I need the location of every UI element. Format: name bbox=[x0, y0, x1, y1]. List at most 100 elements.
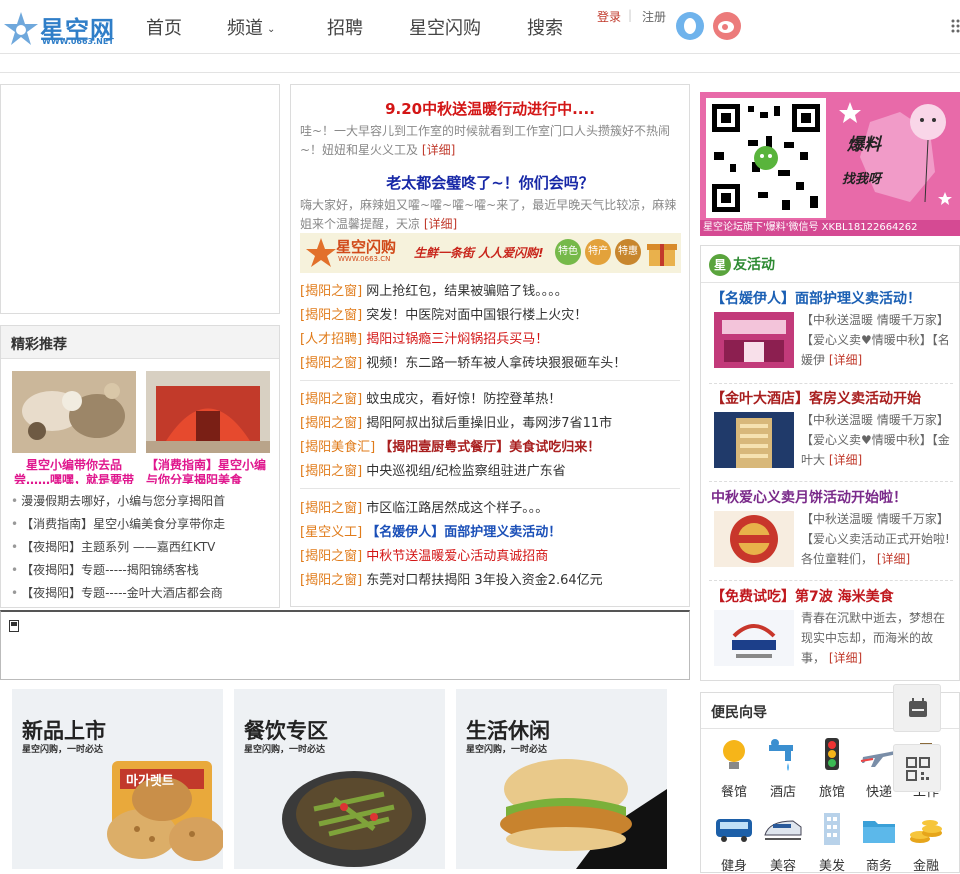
login-link[interactable]: 登录 bbox=[597, 8, 621, 25]
recommend-thumb-2[interactable] bbox=[146, 371, 270, 453]
train-icon bbox=[764, 820, 802, 840]
more-link[interactable]: [详细] bbox=[877, 552, 910, 566]
service-label: 旅馆 bbox=[818, 785, 845, 800]
more-link[interactable]: [详细] bbox=[829, 453, 862, 467]
activity-thumb[interactable] bbox=[714, 312, 794, 368]
nav-search[interactable]: 搜索 bbox=[527, 14, 563, 40]
star-logo-icon bbox=[306, 238, 336, 267]
weibo-icon[interactable] bbox=[713, 12, 741, 40]
news-item[interactable]: [揭阳之窗] 东莞对口帮扶揭阳 3年投入资金2.64亿元 bbox=[300, 569, 685, 593]
service-label: 美容 bbox=[769, 859, 796, 874]
service-fitness[interactable]: 健身 bbox=[709, 811, 759, 874]
recommend-thumb-2-caption[interactable]: 【消费指南】星空小编与你分享揭阳美食 bbox=[146, 458, 270, 484]
news-divider bbox=[300, 380, 680, 381]
service-business[interactable]: 商务 bbox=[854, 811, 904, 874]
news-item[interactable]: [揭阳之窗] 视频！东二路一轿车被人拿砖块狠狠砸车头！ bbox=[300, 352, 685, 376]
list-item[interactable]: • 【夜揭阳】主题系列 ——嘉西红KTV bbox=[11, 536, 225, 559]
qr-text-1: 爆料 bbox=[847, 135, 881, 155]
activity-item-title[interactable]: 【金叶大酒店】客房义卖活动开始 bbox=[711, 388, 957, 408]
nav-flash-sale[interactable]: 星空闪购 bbox=[409, 14, 481, 40]
activity-thumb[interactable] bbox=[714, 412, 794, 468]
nav-channel-label: 频道 bbox=[227, 18, 263, 39]
banner-brand: 星空闪购 bbox=[336, 238, 397, 256]
headline-1[interactable]: 9.20中秋送温暖行动进行中.... bbox=[291, 98, 689, 119]
register-link[interactable]: 注册 bbox=[642, 8, 666, 25]
left-ad-slot bbox=[0, 84, 280, 314]
activity-item-title[interactable]: 中秋爱心义卖月饼活动开始啦！ bbox=[711, 487, 957, 507]
nav-home[interactable]: 首页 bbox=[146, 14, 182, 40]
activity-thumb[interactable] bbox=[714, 610, 794, 666]
service-inn[interactable]: 旅馆 bbox=[807, 737, 857, 800]
news-group-1: [揭阳之窗] 网上抢红包，结果被骗赔了钱。。。。 [揭阳之窗] 突发！中医院对面… bbox=[300, 280, 685, 376]
activity-item-title[interactable]: 【名媛伊人】面部护理义卖活动！ bbox=[711, 288, 957, 308]
site-logo[interactable]: 星空网 WWW.0663.NET bbox=[2, 8, 127, 48]
activity-item-text: 【中秋送温暖 情暖千万家】【爱心义卖♥情暖中秋】【名媛伊 [详细] bbox=[801, 313, 950, 367]
news-item[interactable]: [星空义工] 【名媛伊人】面部护理义卖活动！ bbox=[300, 521, 685, 545]
calendar-float-button[interactable] bbox=[893, 684, 941, 732]
service-finance[interactable]: 金融 bbox=[901, 811, 951, 874]
news-item[interactable]: [揭阳美食汇] 【揭阳壹厨粤式餐厅】美食试吃归来！ bbox=[300, 436, 685, 460]
star-logo-icon bbox=[4, 12, 38, 45]
logo-url: WWW.0663.NET bbox=[42, 37, 114, 46]
service-label: 健身 bbox=[720, 859, 747, 874]
calendar-icon bbox=[909, 698, 927, 717]
news-item[interactable]: [人才招聘] 揭阳过锅瘾三汁焖锅招兵买马！ bbox=[300, 328, 685, 352]
news-item[interactable]: [揭阳之窗] 市区临江路居然成这个样子。。。 bbox=[300, 497, 685, 521]
nav-jobs[interactable]: 招聘 bbox=[327, 14, 363, 40]
news-item[interactable]: [揭阳之窗] 突发！中医院对面中国银行楼上火灾！ bbox=[300, 304, 685, 328]
news-panel: 9.20中秋送温暖行动进行中.... 哇~！一大早容儿到工作室的时候就看到工作室… bbox=[290, 84, 690, 607]
news-item[interactable]: [揭阳之窗] 中秋节送温暖爱心活动真诚招商 bbox=[300, 545, 685, 569]
recommend-thumb-1[interactable] bbox=[12, 371, 136, 453]
service-hairdressing[interactable]: 美发 bbox=[807, 811, 857, 874]
more-link[interactable]: [详细] bbox=[422, 143, 455, 157]
news-item[interactable]: [揭阳之窗] 网上抢红包，结果被骗赔了钱。。。。 bbox=[300, 280, 685, 304]
video-player-placeholder[interactable] bbox=[0, 610, 690, 680]
headline-2[interactable]: 老太都会璧咚了~！你们会吗？ bbox=[291, 172, 689, 193]
service-hotel[interactable]: 酒店 bbox=[758, 737, 808, 800]
banner-url: WWW.0663.CN bbox=[338, 255, 391, 263]
recommend-thumb-1-caption[interactable]: 星空小编带你去品尝……嘿嘿，就是要带你 bbox=[12, 458, 136, 484]
qrcode-icon bbox=[906, 757, 930, 781]
more-link[interactable]: [详细] bbox=[424, 217, 457, 231]
activity-item[interactable]: 中秋爱心义卖月饼活动开始啦！ 【中秋送温暖 情暖千万家】【爱心义卖活动正式开始啦… bbox=[711, 487, 957, 567]
activity-title-text: 友活动 bbox=[733, 257, 775, 273]
banner-slogan: 生鲜一条街 人人爱闪购! bbox=[414, 246, 544, 260]
more-link[interactable]: [详细] bbox=[829, 651, 862, 665]
activity-thumb[interactable] bbox=[714, 511, 794, 567]
list-item[interactable]: • 【消费指南】星空小编美食分享带你走 bbox=[11, 513, 225, 536]
card-leisure[interactable]: 生活休闲 星空闪购，一时必达 bbox=[456, 689, 667, 869]
dish-image bbox=[282, 771, 426, 867]
qrcode-float-button[interactable] bbox=[893, 744, 941, 792]
service-restaurant[interactable]: 餐馆 bbox=[709, 737, 759, 800]
activity-item-title[interactable]: 【免费试吃】第7波 海米美食 bbox=[711, 586, 957, 606]
nav-channel[interactable]: 频道 ⌄ bbox=[227, 14, 275, 40]
faucet-icon bbox=[769, 739, 793, 771]
news-item[interactable]: [揭阳之窗] 中央巡视组/纪检监察组驻进广东省 bbox=[300, 460, 685, 484]
recommend-title: 精彩推荐 bbox=[1, 326, 279, 359]
news-item[interactable]: [揭阳之窗] 蚊虫成灾，看好惊！防控登革热！ bbox=[300, 388, 685, 412]
baoliao-qr-banner[interactable]: 爆料 找我呀 星空论坛旗下'爆料'微信号 XKBL18122664262 bbox=[700, 92, 960, 236]
news-item[interactable]: [揭阳之窗] 揭阳阿叔出狱后重操旧业，毒网涉7省11市 bbox=[300, 412, 685, 436]
more-link[interactable]: [详细] bbox=[829, 353, 862, 367]
qq-icon[interactable] bbox=[676, 12, 704, 40]
list-item[interactable]: • 【夜揭阳】专题-----金叶大酒店都会商 bbox=[11, 582, 225, 605]
activity-item-text: 青春在沉默中逝去，梦想在现实中忘却，而海米的故事， [详细] bbox=[801, 611, 946, 665]
service-beauty[interactable]: 美容 bbox=[758, 811, 808, 874]
qr-text-2: 找我呀 bbox=[842, 172, 882, 187]
card-new-products[interactable]: 新品上市 星空闪购，一时必达 마가렛트 bbox=[12, 689, 223, 869]
lightbulb-icon bbox=[723, 740, 745, 769]
activity-title: 星友活动 bbox=[701, 246, 959, 283]
list-item[interactable]: • 【夜揭阳】专题-----揭阳锦绣客栈 bbox=[11, 559, 225, 582]
bus-icon bbox=[716, 819, 752, 842]
activity-divider bbox=[709, 481, 953, 482]
card-product-label: 마가렛트 bbox=[126, 774, 174, 789]
card-dining[interactable]: 餐饮专区 星空闪购，一时必达 bbox=[234, 689, 445, 869]
activity-item[interactable]: 【金叶大酒店】客房义卖活动开始 【中秋送温暖 情暖千万家】【爱心义卖♥情暖中秋】… bbox=[711, 388, 957, 468]
activity-item[interactable]: 【免费试吃】第7波 海米美食 青春在沉默中逝去，梦想在现实中忘却，而海米的故事，… bbox=[711, 586, 957, 666]
flash-sale-banner[interactable]: 星空闪购 WWW.0663.CN 生鲜一条街 人人爱闪购! 特色 特产 特惠 bbox=[300, 233, 681, 273]
activity-item[interactable]: 【名媛伊人】面部护理义卖活动！ 【中秋送温暖 情暖千万家】【爱心义卖♥情暖中秋】… bbox=[711, 288, 957, 368]
more-menu-icon[interactable] bbox=[950, 18, 960, 34]
list-item[interactable]: • 漫漫假期去哪好，小编与您分享揭阳首 bbox=[11, 490, 225, 513]
banner-badge: 特惠 bbox=[615, 239, 641, 265]
banner-badge: 特色 bbox=[555, 239, 581, 265]
